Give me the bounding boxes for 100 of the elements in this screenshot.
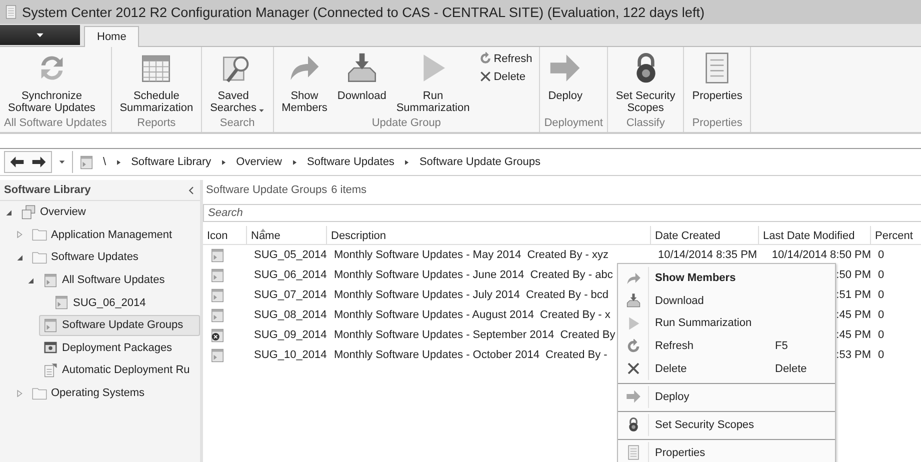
menu-item[interactable]: Deploy bbox=[618, 382, 835, 408]
update-group-icon bbox=[79, 154, 94, 170]
drive-download-icon bbox=[626, 293, 640, 308]
breadcrumb-link[interactable]: Software Update Groups bbox=[419, 156, 541, 168]
table-cell: Monthly Software Updates - September 2014 Created By bbox=[334, 329, 616, 341]
menu-item[interactable]: Run Summarization bbox=[618, 312, 835, 335]
arrow-right-icon bbox=[549, 52, 582, 84]
column-header[interactable]: Percent bbox=[871, 226, 921, 244]
ribbon-button[interactable]: Deploy bbox=[543, 50, 588, 104]
table-cell: :51 PM bbox=[836, 289, 871, 301]
group-label: Properties bbox=[691, 117, 744, 131]
ribbon-button[interactable]: Show Members bbox=[276, 50, 332, 116]
ribbon-button[interactable]: Download bbox=[332, 50, 392, 104]
group-label: Classify bbox=[625, 117, 666, 131]
curved-arrow-icon bbox=[626, 270, 640, 286]
breadcrumb-arrow-icon bbox=[291, 158, 298, 166]
table-cell: :45 PM bbox=[836, 329, 871, 341]
breadcrumb-link[interactable]: Software Library bbox=[131, 156, 212, 168]
ribbon-button[interactable]: Run Summarization bbox=[391, 50, 475, 116]
menu-item[interactable]: Download bbox=[618, 290, 835, 312]
table-cell: 0 bbox=[878, 309, 884, 321]
forward-arrow-icon bbox=[31, 154, 47, 170]
tree-item[interactable]: Automatic Deployment Ru bbox=[39, 360, 200, 381]
breadcrumb-link[interactable]: Software Updates bbox=[307, 156, 394, 168]
rule-document-icon bbox=[43, 362, 58, 378]
drive-download-icon bbox=[346, 52, 378, 84]
tree-item[interactable]: SUG_06_2014 bbox=[50, 292, 200, 314]
menu-item[interactable]: Set Security Scopes bbox=[618, 410, 835, 436]
tree-item[interactable]: Deployment Packages bbox=[39, 337, 200, 358]
tree-item[interactable]: Operating Systems bbox=[28, 382, 200, 404]
table-cell: 0 bbox=[878, 269, 884, 281]
ribbon-button[interactable]: Schedule Summarization bbox=[114, 50, 198, 116]
ribbon-button[interactable]: Delete bbox=[474, 69, 536, 84]
table-cell: 0 bbox=[878, 249, 884, 261]
table-cell: SUG_10_2014 bbox=[254, 349, 327, 361]
cross-icon bbox=[626, 361, 640, 376]
folder-icon bbox=[32, 227, 47, 242]
menu-item[interactable]: Refresh F5 bbox=[618, 334, 835, 358]
column-header[interactable]: Icon bbox=[203, 226, 247, 244]
column-header[interactable]: Last Date Modified bbox=[759, 226, 871, 244]
group-label: Deployment bbox=[543, 117, 604, 131]
table-cell: Monthly Software Updates - August 2014 Created By - x bbox=[334, 309, 610, 321]
tree-item[interactable]: Software Updates bbox=[28, 246, 200, 268]
table-cell: SUG_06_2014 bbox=[254, 269, 327, 281]
search-field[interactable]: Search bbox=[203, 204, 921, 222]
item-count: 6 items bbox=[331, 184, 367, 196]
group-label: Search bbox=[218, 117, 256, 131]
column-header[interactable]: Name bbox=[247, 226, 327, 244]
table-cell: SUG_05_2014 bbox=[254, 249, 327, 261]
overview-icon bbox=[21, 204, 36, 220]
ribbon-button[interactable]: Set Security Scopes bbox=[610, 50, 680, 116]
column-header[interactable]: Date Created bbox=[651, 226, 759, 244]
breadcrumb-arrow-icon bbox=[115, 158, 122, 166]
tree-item[interactable]: Overview bbox=[17, 202, 200, 223]
table-cell: Monthly Software Updates - October 2014 Created By - bbox=[334, 349, 608, 361]
update-group-icon bbox=[43, 272, 58, 288]
ribbon-button[interactable]: Refresh bbox=[474, 51, 536, 66]
breadcrumb-link[interactable]: Overview bbox=[236, 156, 282, 168]
back-arrow-icon bbox=[9, 154, 25, 170]
pane-title: Software Library bbox=[4, 184, 91, 196]
caret-icon bbox=[58, 158, 66, 166]
breadcrumb-link[interactable]: \ bbox=[103, 156, 106, 168]
breadcrumb-arrow-icon bbox=[220, 158, 228, 166]
update-group-icon bbox=[43, 318, 58, 333]
folder-icon bbox=[32, 250, 47, 265]
table-cell: :45 PM bbox=[836, 309, 871, 321]
update-group-icon bbox=[54, 295, 69, 310]
table-cell: Monthly Software Updates - May 2014 Created By - xyz bbox=[334, 249, 609, 261]
navigation-buttons[interactable] bbox=[4, 151, 52, 173]
ribbon-tab[interactable]: Home bbox=[84, 26, 140, 47]
breadcrumb-arrow-icon bbox=[403, 158, 410, 166]
table-cell: Monthly Software Updates - June 2014 Created By - abc bbox=[334, 269, 613, 281]
refresh-icon bbox=[478, 52, 492, 65]
table-cell: SUG_09_2014 bbox=[254, 329, 327, 341]
table-cell: 10/14/2014 8:50 PM bbox=[772, 249, 871, 261]
tree-item[interactable]: Software Update Groups bbox=[39, 314, 200, 336]
column-header[interactable]: Description bbox=[327, 226, 651, 244]
document-icon bbox=[4, 5, 18, 19]
cross-icon bbox=[478, 70, 492, 83]
table-cell: :53 PM bbox=[836, 349, 871, 361]
ribbon-button[interactable]: Saved Searches bbox=[205, 50, 270, 116]
ribbon-button[interactable]: Properties bbox=[687, 50, 748, 104]
group-label: Update Group bbox=[370, 117, 442, 131]
table-cell: SUG_07_2014 bbox=[254, 289, 327, 301]
list-title: Software Update Groups bbox=[206, 184, 328, 196]
group-label: All Software Updates bbox=[3, 117, 108, 131]
ribbon-button[interactable]: Synchronize Software Updates bbox=[3, 50, 100, 116]
arrow-right-icon bbox=[626, 389, 640, 404]
folder-icon bbox=[32, 386, 47, 401]
table-cell: Monthly Software Updates - July 2014 Created By - bcd bbox=[334, 289, 609, 301]
menu-item[interactable]: Properties bbox=[618, 438, 835, 462]
menu-item[interactable]: Show Members bbox=[618, 267, 835, 290]
table-cell: SUG_08_2014 bbox=[254, 309, 327, 321]
refresh-icon bbox=[626, 338, 640, 354]
table-cell: 0 bbox=[878, 329, 884, 341]
tree-item[interactable]: Application Management bbox=[28, 224, 200, 246]
menu-item[interactable]: Delete Delete bbox=[618, 357, 835, 380]
tree-item[interactable]: All Software Updates bbox=[39, 270, 200, 291]
table-cell: 10/14/2014 8:35 PM bbox=[658, 249, 758, 261]
table-cell: 0 bbox=[878, 349, 884, 361]
